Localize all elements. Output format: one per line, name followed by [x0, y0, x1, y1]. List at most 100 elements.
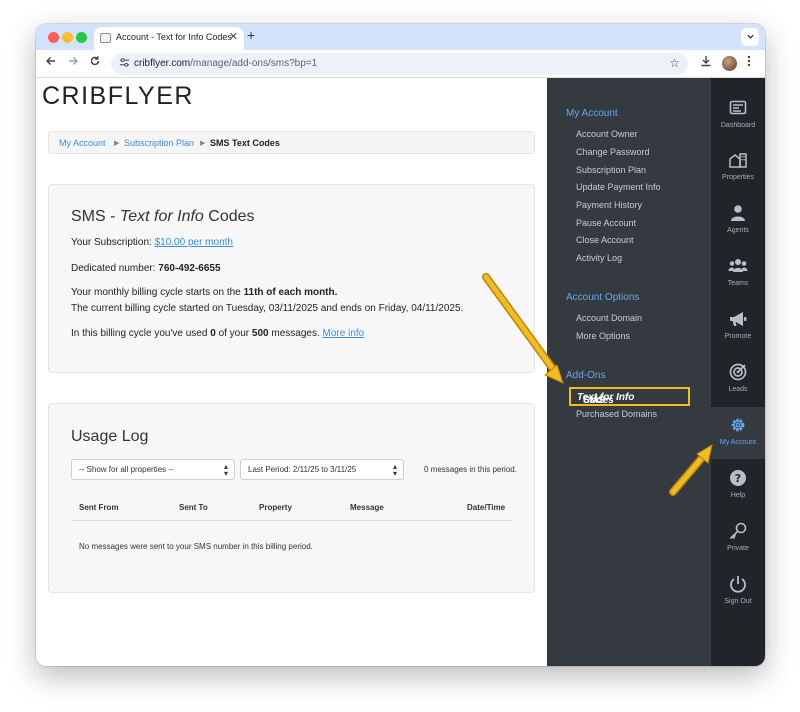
tab-close-icon[interactable]: ✕ — [229, 30, 238, 43]
dashboard-icon — [729, 100, 747, 115]
usage-used: 0 — [210, 328, 216, 339]
rail-item-my-account[interactable]: My Account — [711, 407, 765, 459]
minimize-window-button[interactable] — [62, 32, 73, 43]
column-message: Message — [350, 503, 384, 512]
back-button[interactable] — [45, 55, 57, 70]
key-icon — [729, 522, 747, 540]
properties-icon — [729, 153, 747, 168]
rail-item-leads[interactable]: Leads — [711, 354, 765, 406]
main-content: CRIBFLYER My Account ▶ Subscription Plan… — [36, 78, 547, 666]
rail-label-help: Help — [730, 492, 746, 499]
bookmark-star-icon[interactable]: ☆ — [669, 56, 680, 70]
tab-bar: Account - Text for Info Codes ✕ + — [36, 24, 765, 50]
rail-label-promote: Promote — [724, 333, 752, 340]
rail-label-leads: Leads — [728, 386, 748, 393]
maximize-window-button[interactable] — [76, 32, 87, 43]
column-property: Property — [259, 503, 292, 512]
sidebar-item-change-password[interactable]: Change Password — [576, 147, 650, 157]
rail-item-sign-out[interactable]: Sign Out — [711, 566, 765, 618]
more-info-link[interactable]: More info — [323, 328, 365, 339]
sidebar-item-account-owner[interactable]: Account Owner — [576, 129, 638, 139]
site-settings-icon[interactable] — [117, 57, 131, 71]
teams-icon — [728, 259, 748, 272]
web-page: CRIBFLYER My Account ▶ Subscription Plan… — [36, 78, 765, 666]
rail-label-teams: Teams — [727, 280, 749, 287]
profile-avatar[interactable] — [722, 56, 737, 71]
subscription-link[interactable]: $10.00 per month — [155, 237, 233, 248]
rail-item-promote[interactable]: Promote — [711, 301, 765, 353]
url-host: cribflyer.com — [134, 58, 191, 69]
rail-label-properties: Properties — [722, 174, 754, 181]
arrow-right-icon — [69, 57, 78, 65]
sms-codes-card: SMS - Text for Info Codes Your Subscript… — [48, 184, 535, 373]
billing-start-text: Your monthly billing cycle starts on the — [71, 287, 241, 298]
property-filter-value: -- Show for all properties -- — [79, 465, 174, 474]
forward-button[interactable] — [67, 55, 79, 70]
sidebar-item-update-payment-info[interactable]: Update Payment Info — [576, 182, 661, 192]
browser-window: Account - Text for Info Codes ✕ + cribfl… — [36, 24, 765, 666]
sidebar-item-sms-codes[interactable]: SMS Text for Info Codes — [569, 387, 690, 406]
address-bar[interactable]: cribflyer.com/manage/add-ons/sms?bp=1 ☆ — [111, 53, 688, 75]
gear-icon — [731, 418, 745, 432]
help-icon: ? — [730, 470, 746, 486]
billing-start-day: 11th of each month. — [243, 287, 338, 298]
new-tab-button[interactable]: + — [247, 27, 255, 43]
reload-button[interactable] — [89, 55, 101, 70]
title-suffix: Codes — [208, 208, 255, 225]
rail-item-properties[interactable]: Properties — [711, 142, 765, 194]
reload-icon — [90, 56, 100, 66]
usage-suffix: messages. — [271, 328, 320, 339]
sidebar-item-purchased-domains[interactable]: Purchased Domains — [576, 409, 657, 419]
select-arrows-icon: ▴ ▾ — [223, 462, 228, 478]
account-sidebar: My Account Account Owner Change Password… — [547, 78, 711, 666]
sidebar-header-my-account[interactable]: My Account — [566, 108, 618, 119]
tab-title: Account - Text for Info Codes — [116, 32, 232, 42]
sidebar-item-activity-log[interactable]: Activity Log — [576, 253, 622, 263]
usage-mid: of your — [218, 328, 250, 339]
title-prefix: SMS - — [71, 208, 116, 225]
favicon-icon — [100, 33, 111, 43]
rail-label-private: Private — [727, 545, 749, 552]
breadcrumb-my-account[interactable]: My Account — [59, 138, 106, 148]
subscription-label: Your Subscription: — [71, 237, 152, 248]
period-filter-select[interactable]: Last Period: 2/11/25 to 3/11/25 ▴ ▾ — [240, 459, 404, 480]
rail-item-help[interactable]: ? Help — [711, 460, 765, 512]
kebab-menu-icon — [747, 55, 751, 67]
sidebar-item-subscription-plan[interactable]: Subscription Plan — [576, 165, 646, 175]
rail-item-teams[interactable]: Teams — [711, 248, 765, 300]
tune-icon — [119, 58, 129, 67]
browser-tab[interactable]: Account - Text for Info Codes ✕ — [94, 27, 244, 50]
usage-log-title: Usage Log — [71, 428, 149, 445]
browser-menu-button[interactable] — [747, 55, 751, 70]
select-arrows-icon: ▴ ▾ — [392, 462, 397, 478]
billing-current-line: The current billing cycle started on Tue… — [71, 303, 464, 314]
empty-table-message: No messages were sent to your SMS number… — [79, 542, 313, 551]
usage-log-card: Usage Log -- Show for all properties -- … — [48, 403, 535, 593]
sidebar-item-pause-account[interactable]: Pause Account — [576, 218, 636, 228]
sidebar-item-close-account[interactable]: Close Account — [576, 235, 634, 245]
subscription-line: Your Subscription: $10.00 per month — [71, 237, 233, 248]
close-window-button[interactable] — [48, 32, 59, 43]
rail-item-agents[interactable]: Agents — [711, 195, 765, 247]
sidebar-item-account-domain[interactable]: Account Domain — [576, 313, 642, 323]
power-icon — [730, 576, 746, 593]
dedicated-label: Dedicated number: — [71, 263, 156, 274]
title-italic: Text for Info — [119, 208, 204, 225]
sidebar-header-account-options[interactable]: Account Options — [566, 292, 639, 303]
dedicated-number: 760-492-6655 — [158, 263, 221, 274]
sidebar-item-more-options[interactable]: More Options — [576, 331, 630, 341]
site-logo[interactable]: CRIBFLYER — [42, 82, 194, 111]
tab-search-button[interactable] — [741, 28, 759, 46]
breadcrumb-subscription-plan[interactable]: Subscription Plan — [124, 138, 194, 148]
breadcrumb-current: SMS Text Codes — [210, 138, 280, 148]
sidebar-item-payment-history[interactable]: Payment History — [576, 200, 642, 210]
rail-item-dashboard[interactable]: Dashboard — [711, 90, 765, 142]
sidebar-header-add-ons[interactable]: Add-Ons — [566, 370, 605, 381]
download-button[interactable] — [700, 55, 712, 70]
column-sent-from: Sent From — [79, 503, 119, 512]
svg-text:?: ? — [735, 472, 741, 485]
chevron-down-icon — [746, 34, 754, 39]
breadcrumb-separator-icon: ▶ — [114, 140, 120, 147]
rail-item-private[interactable]: Private — [711, 513, 765, 565]
property-filter-select[interactable]: -- Show for all properties -- ▴ ▾ — [71, 459, 235, 480]
